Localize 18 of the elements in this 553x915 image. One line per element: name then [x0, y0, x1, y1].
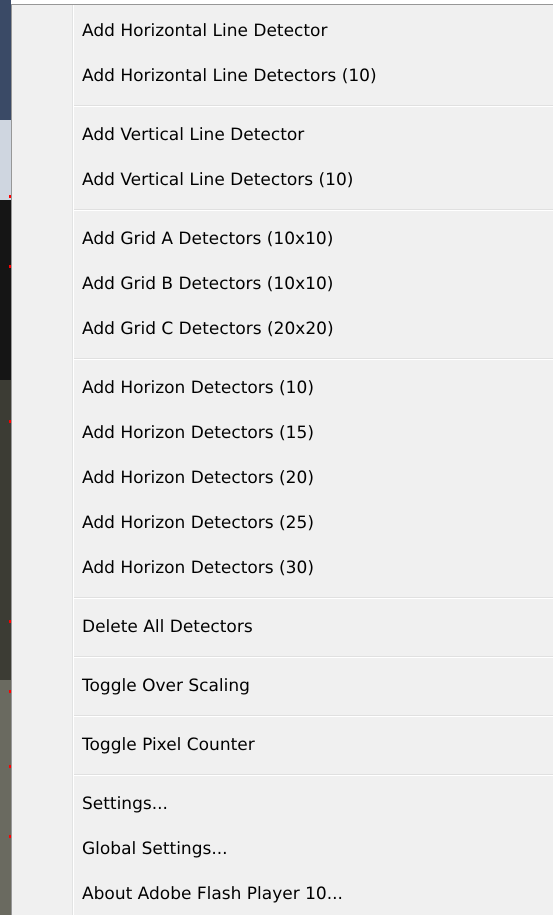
menu-item[interactable]: Add Grid B Detectors (10x10) — [72, 262, 334, 307]
menu-item[interactable]: Toggle Over Scaling — [72, 664, 250, 709]
menu-item[interactable]: Delete All Detectors — [72, 605, 253, 650]
menu-item[interactable]: Add Horizon Detectors (10) — [72, 366, 314, 411]
menu-item[interactable]: About Adobe Flash Player 10... — [72, 872, 343, 915]
menu-item[interactable]: Add Horizon Detectors (20) — [72, 456, 314, 501]
menu-item[interactable]: Add Grid C Detectors (20x20) — [72, 307, 334, 352]
menu-item[interactable]: Add Vertical Line Detectors (10) — [72, 158, 354, 203]
menu-item[interactable]: Add Grid A Detectors (10x10) — [72, 217, 334, 262]
menu-item[interactable]: Global Settings... — [72, 827, 228, 872]
menu-item[interactable]: Add Horizon Detectors (25) — [72, 501, 314, 546]
menu-item[interactable]: Add Horizon Detectors (30) — [72, 546, 314, 591]
menu-item[interactable]: Add Horizontal Line Detector — [72, 9, 328, 54]
menu-item[interactable]: Settings... — [72, 782, 168, 827]
menu-item[interactable]: Add Vertical Line Detector — [72, 113, 304, 158]
menu-item[interactable]: Add Horizon Detectors (15) — [72, 411, 314, 456]
menu-item[interactable]: Add Horizontal Line Detectors (10) — [72, 54, 377, 99]
menu-item[interactable]: Toggle Pixel Counter — [72, 723, 255, 768]
